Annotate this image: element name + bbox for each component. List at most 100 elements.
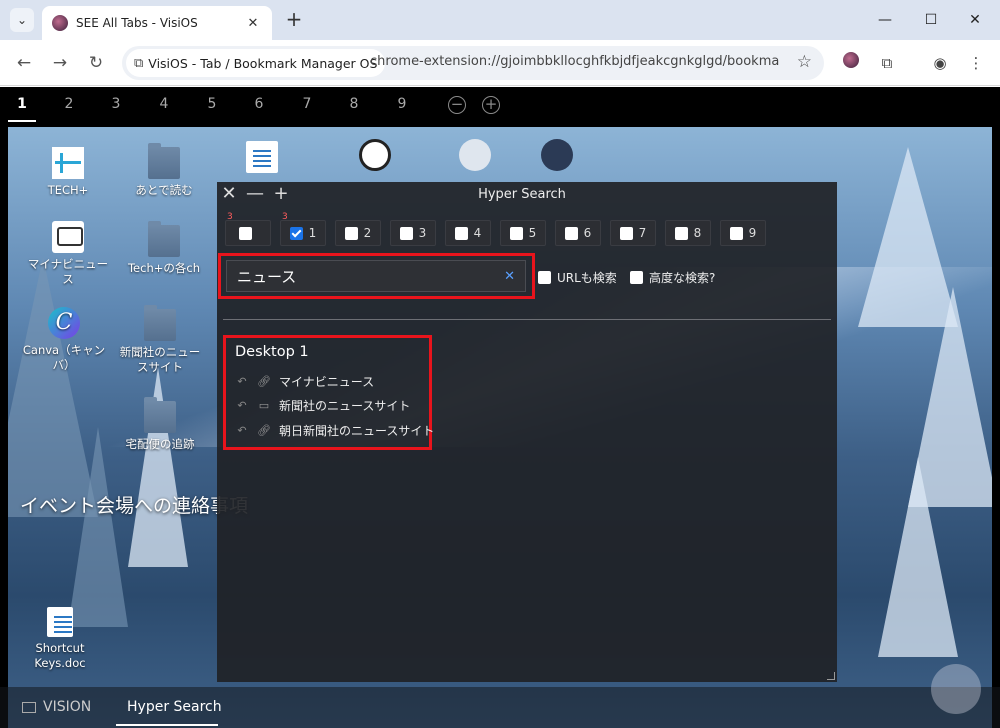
url-search-option[interactable]: URLも検索 [538, 269, 617, 286]
reload-icon[interactable]: ↻ [82, 49, 110, 77]
filter-label: 6 [583, 226, 592, 240]
desktop-icon-techch[interactable]: Tech+の各ch [122, 221, 206, 276]
desktop-icon-clock[interactable] [333, 139, 417, 175]
desktop-icon-calculator[interactable] [433, 139, 517, 175]
desktop-icon-shortcut[interactable]: Shortcut Keys.doc [18, 607, 102, 671]
window-icon [22, 701, 36, 713]
advanced-search-option[interactable]: 高度な検索? [630, 269, 715, 286]
desktop-tab-5[interactable]: 5 [197, 96, 227, 112]
visios-favicon-icon [52, 15, 68, 31]
desktop-filter-4[interactable]: 4 [445, 220, 491, 246]
result-item[interactable]: ↶ ▭ 新聞社のニュースサイト [235, 396, 410, 414]
minimize-window-button[interactable]: — [862, 6, 908, 34]
desktop-icon-canva[interactable]: C Canva（キャンバ） [22, 307, 106, 373]
reply-arrow-icon[interactable]: ↶ [235, 424, 249, 437]
desktop-tab-8[interactable]: 8 [339, 96, 369, 112]
advanced-search-checkbox[interactable] [630, 271, 643, 284]
filter-label: 2 [363, 226, 372, 240]
filter-checkbox[interactable] [564, 226, 578, 240]
result-item[interactable]: ↶ 🔗︎ マイナビニュース [235, 372, 374, 390]
reply-arrow-icon[interactable]: ↶ [235, 399, 249, 412]
desktop-icon-chart[interactable] [515, 139, 599, 175]
add-desktop-icon[interactable]: + [482, 96, 500, 114]
clock-icon [359, 139, 391, 171]
desktop-filter-5[interactable]: 5 [500, 220, 546, 246]
resize-grip-icon[interactable] [827, 672, 835, 680]
filter-label: 3 [418, 226, 427, 240]
taskbar-hyper-search[interactable]: Hyper Search [127, 699, 222, 715]
profile-icon[interactable]: ◉ [929, 52, 951, 74]
hyper-search-title: Hyper Search [478, 187, 566, 202]
hyper-search-titlebar[interactable]: ✕ — + Hyper Search [217, 182, 837, 208]
taskbar-vision[interactable]: VISION [22, 699, 91, 715]
url-text[interactable]: chrome-extension://gjoimbbkllocghfkbjdfj… [370, 54, 780, 69]
desktop-icon-tech[interactable]: TECH+ [26, 147, 110, 198]
filter-label: 7 [638, 226, 647, 240]
clear-search-icon[interactable]: ✕ [504, 269, 515, 284]
wallpaper-tree [68, 427, 128, 627]
desktop-icon-mynavi[interactable]: マイナビニュース [26, 221, 110, 287]
filter-checkbox[interactable] [454, 226, 468, 240]
search-input-value[interactable]: ニュース [237, 266, 504, 287]
visios-favicon-icon [843, 52, 859, 68]
search-results: Desktop 1 ↶ 🔗︎ マイナビニュース ↶ ▭ 新聞社のニュースサイト … [226, 338, 434, 448]
site-info-chip[interactable]: ⧉ VisiOS - Tab / Bookmark Manager OS [126, 49, 386, 77]
desktop-filter-7[interactable]: 7 [610, 220, 656, 246]
visios-app: 1 2 3 4 5 6 7 8 9 − + TECH+ あとで読む マイナビニュ… [0, 87, 1000, 728]
filter-count-badge: 3 [282, 212, 288, 222]
back-icon[interactable]: ← [10, 49, 38, 77]
filter-checkbox[interactable] [238, 226, 252, 240]
puzzle-icon[interactable]: ⧉ [876, 52, 898, 74]
desktop-filter-3[interactable]: 3 [390, 220, 436, 246]
desktop-icon-takuhai[interactable]: 宅配便の追跡 [118, 397, 202, 452]
browser-tab-active[interactable]: SEE All Tabs - VisiOS ✕ [42, 6, 272, 40]
filter-label: 5 [528, 226, 537, 240]
maximize-window-button[interactable]: ☐ [908, 6, 954, 34]
reply-arrow-icon[interactable]: ↶ [235, 375, 249, 388]
filter-checkbox[interactable] [729, 226, 743, 240]
result-item[interactable]: ↶ 🔗︎ 朝日新聞社のニュースサイト [235, 421, 434, 439]
desktop-filter-all[interactable] [225, 220, 271, 246]
new-tab-button[interactable]: + [282, 8, 306, 32]
folder-icon [144, 305, 176, 341]
forward-icon[interactable]: → [46, 49, 74, 77]
desktop-icon-atode[interactable]: あとで読む [122, 143, 206, 198]
folder-icon [148, 143, 180, 179]
site-name: VisiOS - Tab / Bookmark Manager OS [148, 55, 378, 71]
desktop-icon-shinbun[interactable]: 新聞社のニュースサイト [118, 305, 202, 375]
visios-launcher-button[interactable] [931, 664, 981, 714]
desktop-tab-9[interactable]: 9 [387, 96, 417, 112]
filter-checkbox[interactable] [674, 226, 688, 240]
desktop-filter-1[interactable]: 1 [280, 220, 326, 246]
filter-checkbox[interactable] [344, 226, 358, 240]
desktop-tab-7[interactable]: 7 [292, 96, 322, 112]
remove-desktop-icon[interactable]: − [448, 96, 466, 114]
desktop-filter-2[interactable]: 2 [335, 220, 381, 246]
menu-icon[interactable]: ⋮ [965, 52, 987, 74]
url-search-checkbox[interactable] [538, 271, 551, 284]
desktop-tab-4[interactable]: 4 [149, 96, 179, 112]
search-input[interactable]: ニュース ✕ [226, 260, 526, 292]
mynavi-icon [52, 221, 84, 253]
desktop-filter-9[interactable]: 9 [720, 220, 766, 246]
browser-tab-title: SEE All Tabs - VisiOS [76, 16, 198, 30]
desktop-tab-3[interactable]: 3 [101, 96, 131, 112]
filter-checkbox[interactable] [289, 226, 303, 240]
filter-checkbox[interactable] [619, 226, 633, 240]
tab-search-button[interactable]: ⌄ [10, 8, 34, 32]
desktop-tab-1[interactable]: 1 [7, 96, 37, 112]
filter-checkbox[interactable] [399, 226, 413, 240]
desktop-filter-8[interactable]: 8 [665, 220, 711, 246]
close-window-button[interactable]: ✕ [952, 6, 998, 34]
link-icon: 🔗︎ [257, 374, 271, 388]
desktop-tab-6[interactable]: 6 [244, 96, 274, 112]
close-tab-icon[interactable]: ✕ [244, 16, 262, 31]
desktop-icon-doc[interactable] [220, 141, 304, 177]
desktop-filter-6[interactable]: 6 [555, 220, 601, 246]
bookmark-star-icon[interactable]: ☆ [797, 52, 812, 72]
filter-checkbox[interactable] [509, 226, 523, 240]
visios-extension-icon[interactable] [840, 52, 862, 74]
desktop-tab-2[interactable]: 2 [54, 96, 84, 112]
address-bar[interactable]: ⧉ VisiOS - Tab / Bookmark Manager OS chr… [122, 46, 824, 80]
filter-label: 4 [473, 226, 482, 240]
